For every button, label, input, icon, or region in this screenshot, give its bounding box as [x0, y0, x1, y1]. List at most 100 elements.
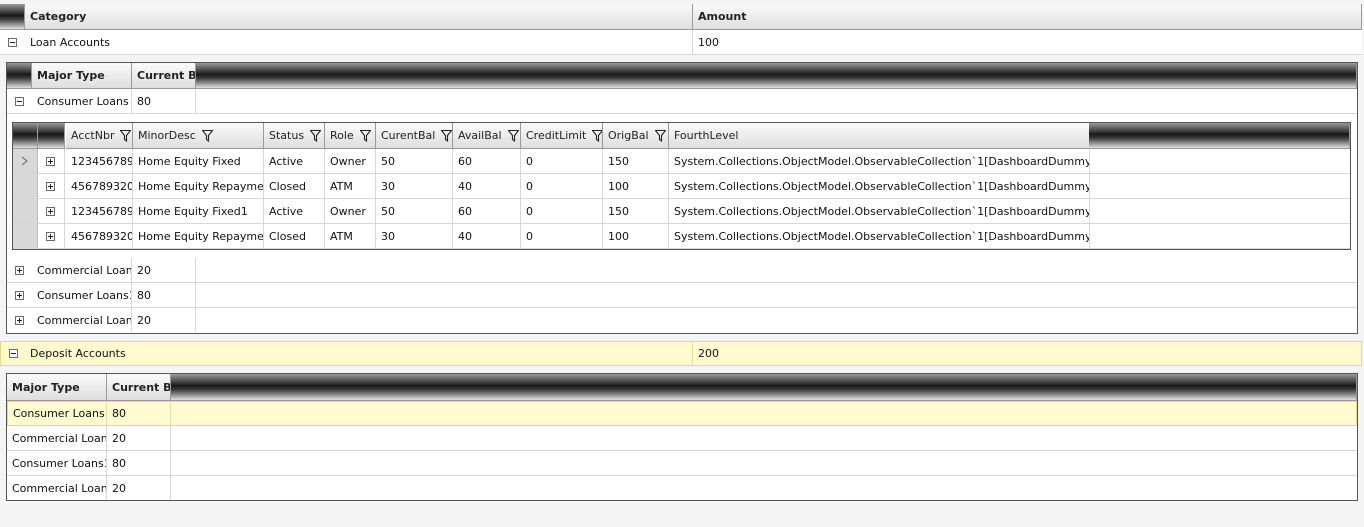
loan-row-commercial1[interactable]: Commercial Loans1 20 [7, 308, 1357, 333]
root-indent-header [0, 4, 25, 30]
filter-icon[interactable] [201, 129, 213, 142]
deposit-row-commercial1[interactable]: Commercial Loans1 20 [7, 476, 1357, 500]
root-row-deposit[interactable]: Deposit Accounts 200 [0, 341, 1362, 366]
filter-icon[interactable] [592, 129, 602, 142]
detail-header-role[interactable]: Role [325, 123, 376, 149]
loan-category: Loan Accounts [25, 30, 693, 54]
detail-rowselector-header [13, 123, 38, 149]
detail-cell-minordesc: Home Equity Repayment1 [133, 224, 264, 248]
detail-header-origbal[interactable]: OrigBal [603, 123, 669, 149]
row-selector[interactable] [13, 149, 38, 173]
collapse-icon[interactable] [15, 97, 24, 106]
deposit-row-type: Commercial Loans1 [7, 476, 107, 500]
detail-cell-curentbal: 30 [376, 174, 453, 198]
detail-cell-fourthlevel: System.Collections.ObjectModel.Observabl… [669, 199, 1090, 223]
detail-cell-curentbal: 50 [376, 149, 453, 173]
detail-cell-origbal: 150 [603, 149, 669, 173]
detail-indent-header [38, 123, 65, 149]
indent-divider [64, 224, 65, 248]
detail-cell-role: Owner [325, 149, 376, 173]
detail-cell-status: Active [264, 149, 325, 173]
expand-icon[interactable] [46, 157, 55, 166]
detail-cell-status: Active [264, 199, 325, 223]
detail-cell-minordesc: Home Equity Fixed [133, 149, 264, 173]
loan-row-type: Commercial Loans1 [32, 308, 132, 332]
detail-header-label: OrigBal [608, 129, 649, 142]
loan-row-type: Consumer Loans1 [32, 283, 132, 307]
row-selector[interactable] [13, 199, 38, 223]
detail-cell-origbal: 100 [603, 174, 669, 198]
detail-cell-creditlimit: 0 [521, 149, 603, 173]
filter-icon[interactable] [359, 129, 371, 142]
expand-icon[interactable] [46, 232, 55, 241]
detail-row[interactable]: 456789320 Home Equity Repayment Closed ATM 3… [13, 174, 1350, 199]
detail-header-creditlimit[interactable]: CreditLimit [521, 123, 603, 149]
loan-row-bal: 80 [132, 283, 196, 307]
detail-cell-role: ATM [325, 224, 376, 248]
filter-icon[interactable] [654, 129, 666, 142]
detail-cell-availbal: 60 [453, 149, 521, 173]
filter-icon[interactable] [120, 129, 132, 142]
loan-row-commercial[interactable]: Commercial Loans 20 [7, 258, 1357, 283]
root-header-category[interactable]: Category [25, 4, 693, 30]
loan-row-consumer1[interactable]: Consumer Loans1 80 [7, 283, 1357, 308]
detail-cell-creditlimit: 0 [521, 174, 603, 198]
loan-header-filler [196, 63, 1357, 89]
indent-divider [64, 199, 65, 223]
detail-cell-acctnbr: 123456789 [66, 199, 133, 223]
loan-header-major-type[interactable]: Major Type [32, 63, 132, 89]
loan-row-bal: 80 [132, 89, 196, 113]
detail-cell-status: Closed [264, 174, 325, 198]
filter-icon[interactable] [507, 129, 519, 142]
detail-cell-minordesc: Home Equity Repayment [133, 174, 264, 198]
expand-icon[interactable] [46, 182, 55, 191]
detail-header-label: Status [269, 129, 305, 142]
detail-cell-availbal: 40 [453, 174, 521, 198]
detail-header-availbal[interactable]: AvailBal [453, 123, 521, 149]
detail-row[interactable]: 456789320Home Equity Repayment1ClosedATM… [13, 224, 1350, 249]
detail-row[interactable]: 123456789 Home Equity Fixed Active Owner 50 6… [13, 149, 1350, 174]
filter-icon[interactable] [441, 129, 452, 142]
detail-header-minordesc[interactable]: MinorDesc [133, 123, 264, 149]
row-selector[interactable] [13, 224, 38, 248]
deposit-row-type: Consumer Loans1 [7, 451, 107, 475]
detail-cell-acctnbr: 456789320 [66, 174, 133, 198]
detail-header-curentbal[interactable]: CurentBal [376, 123, 453, 149]
expand-icon[interactable] [15, 266, 24, 275]
deposit-row-bal: 20 [107, 476, 171, 500]
filter-icon[interactable] [310, 129, 322, 142]
deposit-row-consumer[interactable]: Consumer Loans 80 [7, 401, 1357, 426]
detail-header-filler [1089, 123, 1350, 149]
detail-header-status[interactable]: Status [264, 123, 325, 149]
deposit-header-major-type[interactable]: Major Type [7, 374, 107, 401]
collapse-icon[interactable] [9, 349, 18, 358]
loan-row-consumer[interactable]: Consumer Loans 80 [7, 89, 1357, 114]
expand-icon[interactable] [15, 291, 24, 300]
loan-header-current-bal[interactable]: Current Bal [132, 63, 196, 89]
deposit-category: Deposit Accounts [25, 342, 693, 365]
loan-row-type: Consumer Loans [32, 89, 132, 113]
detail-cell-curentbal: 50 [376, 199, 453, 223]
detail-cell-curentbal: 30 [376, 224, 453, 248]
detail-cell-minordesc: Home Equity Fixed1 [133, 199, 264, 223]
detail-header-fourthlevel[interactable]: FourthLevel [669, 123, 1090, 149]
row-selector[interactable] [13, 174, 38, 198]
deposit-row-consumer1[interactable]: Consumer Loans1 80 [7, 451, 1357, 476]
root-header-amount[interactable]: Amount [693, 4, 1362, 30]
detail-row[interactable]: 123456789 Home Equity Fixed1 Active Owner 50… [13, 199, 1350, 224]
detail-header-label: CreditLimit [526, 129, 587, 142]
detail-cell-fourthlevel: System.Collections.ObjectModel.Observabl… [669, 224, 1090, 248]
detail-header-acctnbr[interactable]: AcctNbr [66, 123, 133, 149]
chevron-right-icon [21, 156, 28, 166]
detail-header-label: FourthLevel [674, 129, 739, 142]
deposit-header-current-bal[interactable]: Current Bal [107, 374, 171, 401]
deposit-amount: 200 [698, 347, 719, 360]
deposit-row-bal: 80 [107, 451, 171, 475]
loan-row-bal: 20 [132, 308, 196, 332]
deposit-row-commercial[interactable]: Commercial Loans 20 [7, 426, 1357, 451]
root-row-loan[interactable]: Loan Accounts 100 [0, 30, 1362, 55]
detail-header-label: Role [330, 129, 354, 142]
collapse-icon[interactable] [8, 38, 17, 47]
expand-icon[interactable] [46, 207, 55, 216]
expand-icon[interactable] [15, 316, 24, 325]
